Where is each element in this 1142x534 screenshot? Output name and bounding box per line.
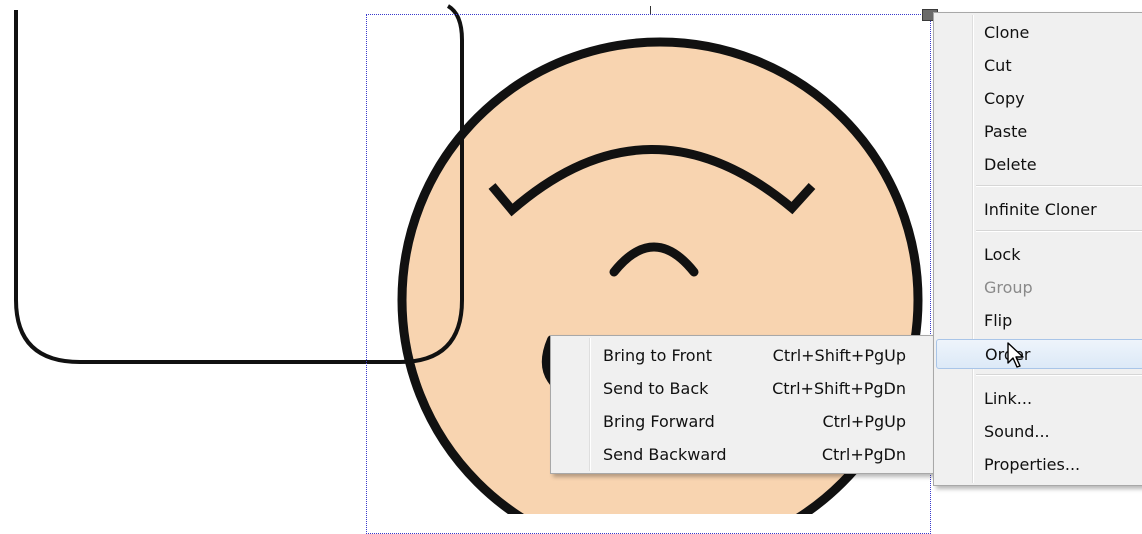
- menu-item-label: Lock: [984, 245, 1021, 264]
- menu-item-order[interactable]: Order: [936, 339, 1142, 369]
- menu-item-label: Paste: [984, 122, 1028, 141]
- menu-item-copy[interactable]: Copy: [936, 84, 1142, 114]
- menu-item-shortcut: Ctrl+PgUp: [822, 412, 906, 431]
- order-submenu: Bring to Front Ctrl+Shift+PgUp Send to B…: [550, 335, 937, 474]
- menu-separator: [976, 230, 1142, 232]
- shape-context-menu: Clone Cut Copy Paste Delete Infinite Clo…: [933, 12, 1142, 486]
- menu-item-label: Infinite Cloner: [984, 200, 1097, 219]
- menu-item-paste[interactable]: Paste: [936, 117, 1142, 147]
- arrow-pointer-icon: [1007, 342, 1024, 368]
- menu-item-label: Clone: [984, 23, 1030, 42]
- menu-item-cut[interactable]: Cut: [936, 51, 1142, 81]
- menu-item-bring-forward[interactable]: Bring Forward Ctrl+PgUp: [553, 405, 934, 438]
- menu-item-flip[interactable]: Flip: [936, 306, 1142, 336]
- menu-item-label: Group: [984, 278, 1033, 297]
- menu-item-label: Bring to Front: [603, 346, 712, 365]
- menu-item-label: Bring Forward: [603, 412, 715, 431]
- selection-center-tick: [650, 6, 651, 14]
- menu-item-label: Send to Back: [603, 379, 709, 398]
- menu-item-link[interactable]: Link...: [936, 384, 1142, 414]
- menu-item-shortcut: Ctrl+PgDn: [821, 445, 906, 464]
- menu-item-send-to-back[interactable]: Send to Back Ctrl+Shift+PgDn: [553, 372, 934, 405]
- menu-item-label: Cut: [984, 56, 1012, 75]
- menu-item-label: Flip: [984, 311, 1013, 330]
- menu-item-send-backward[interactable]: Send Backward Ctrl+PgDn: [553, 438, 934, 471]
- menu-item-group: Group: [936, 273, 1142, 303]
- menu-item-label: Link...: [984, 389, 1033, 408]
- menu-item-delete[interactable]: Delete: [936, 150, 1142, 180]
- menu-item-label: Send Backward: [603, 445, 727, 464]
- menu-item-label: Delete: [984, 155, 1037, 174]
- menu-item-shortcut: Ctrl+Shift+PgDn: [772, 379, 906, 398]
- menu-item-sound[interactable]: Sound...: [936, 417, 1142, 447]
- menu-separator: [976, 374, 1142, 376]
- menu-item-label: Properties...: [984, 455, 1081, 474]
- menu-item-label: Copy: [984, 89, 1025, 108]
- menu-item-bring-to-front[interactable]: Bring to Front Ctrl+Shift+PgUp: [553, 339, 934, 372]
- menu-item-clone[interactable]: Clone: [936, 18, 1142, 48]
- menu-item-shortcut: Ctrl+Shift+PgUp: [772, 346, 906, 365]
- menu-item-properties[interactable]: Properties...: [936, 450, 1142, 480]
- menu-item-infinite-cloner[interactable]: Infinite Cloner: [936, 195, 1142, 225]
- menu-item-lock[interactable]: Lock: [936, 240, 1142, 270]
- menu-separator: [976, 185, 1142, 187]
- menu-item-label: Sound...: [984, 422, 1050, 441]
